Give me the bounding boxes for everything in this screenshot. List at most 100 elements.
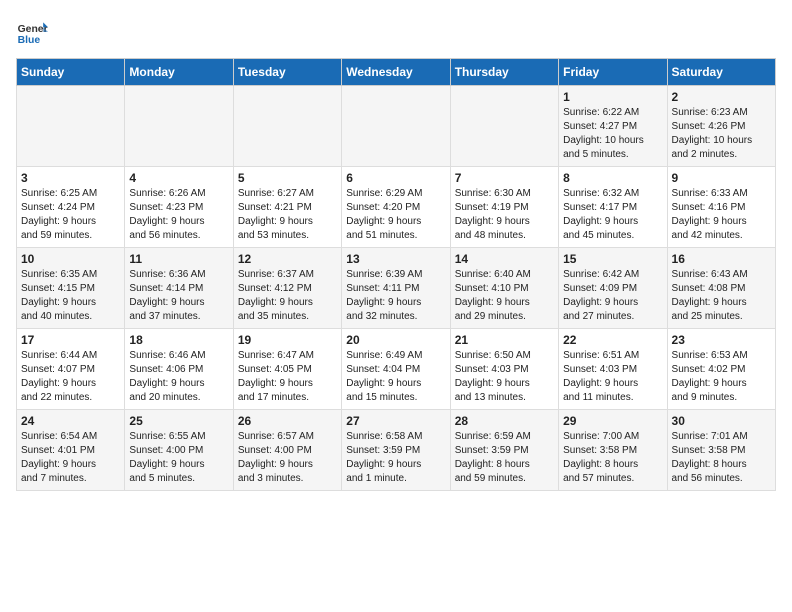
day-info: Sunrise: 6:54 AM Sunset: 4:01 PM Dayligh… xyxy=(21,430,120,486)
day-info: Sunrise: 6:29 AM Sunset: 4:20 PM Dayligh… xyxy=(346,187,445,243)
day-info: Sunrise: 6:30 AM Sunset: 4:19 PM Dayligh… xyxy=(455,187,554,243)
day-cell: 27Sunrise: 6:58 AM Sunset: 3:59 PM Dayli… xyxy=(342,410,450,491)
day-info: Sunrise: 6:59 AM Sunset: 3:59 PM Dayligh… xyxy=(455,430,554,486)
day-cell xyxy=(233,86,341,167)
day-cell: 12 Sunrise: 6:37 AM Sunset: 4:12 PM Dayli… xyxy=(233,248,341,329)
day-number: 17 xyxy=(21,333,120,347)
day-cell xyxy=(17,86,125,167)
day-number: 28 xyxy=(455,414,554,428)
day-info: Sunrise: 6:33 AM Sunset: 4:16 PM Dayligh… xyxy=(672,187,771,243)
day-number: 22 xyxy=(563,333,662,347)
day-info: Sunrise: 7:00 AM Sunset: 3:58 PM Dayligh… xyxy=(563,430,662,486)
day-cell: 7 Sunrise: 6:30 AM Sunset: 4:19 PM Daylig… xyxy=(450,167,558,248)
svg-text:Blue: Blue xyxy=(18,35,41,46)
day-cell: 29Sunrise: 7:00 AM Sunset: 3:58 PM Dayli… xyxy=(559,410,667,491)
day-cell: 28 Sunrise: 6:59 AM Sunset: 3:59 PM Dayli… xyxy=(450,410,558,491)
day-number: 20 xyxy=(346,333,445,347)
day-cell: 30 Sunrise: 7:01 AM Sunset: 3:58 PM Dayli… xyxy=(667,410,775,491)
day-cell: 9 Sunrise: 6:33 AM Sunset: 4:16 PM Daylig… xyxy=(667,167,775,248)
day-cell: 13 Sunrise: 6:39 AM Sunset: 4:11 PM Dayli… xyxy=(342,248,450,329)
week-row-3: 10Sunrise: 6:35 AM Sunset: 4:15 PM Dayli… xyxy=(17,248,776,329)
day-number: 21 xyxy=(455,333,554,347)
day-number: 18 xyxy=(129,333,228,347)
day-info: Sunrise: 7:01 AM Sunset: 3:58 PM Dayligh… xyxy=(672,430,771,486)
day-number: 7 xyxy=(455,171,554,185)
week-row-1: 1 Sunrise: 6:22 AM Sunset: 4:27 PM Daylig… xyxy=(17,86,776,167)
day-cell: 5 Sunrise: 6:27 AM Sunset: 4:21 PM Daylig… xyxy=(233,167,341,248)
day-info: Sunrise: 6:43 AM Sunset: 4:08 PM Dayligh… xyxy=(672,268,771,324)
day-number: 4 xyxy=(129,171,228,185)
day-info: Sunrise: 6:44 AM Sunset: 4:07 PM Dayligh… xyxy=(21,349,120,405)
day-number: 26 xyxy=(238,414,337,428)
day-number: 23 xyxy=(672,333,771,347)
day-number: 10 xyxy=(21,252,120,266)
col-header-thursday: Thursday xyxy=(450,59,558,86)
day-number: 11 xyxy=(129,252,228,266)
page-header: General Blue xyxy=(16,16,776,48)
day-info: Sunrise: 6:36 AM Sunset: 4:14 PM Dayligh… xyxy=(129,268,228,324)
day-info: Sunrise: 6:51 AM Sunset: 4:03 PM Dayligh… xyxy=(563,349,662,405)
col-header-friday: Friday xyxy=(559,59,667,86)
day-number: 13 xyxy=(346,252,445,266)
day-cell: 1 Sunrise: 6:22 AM Sunset: 4:27 PM Daylig… xyxy=(559,86,667,167)
day-number: 3 xyxy=(21,171,120,185)
day-cell: 25 Sunrise: 6:55 AM Sunset: 4:00 PM Dayli… xyxy=(125,410,233,491)
day-number: 30 xyxy=(672,414,771,428)
day-cell: 23 Sunrise: 6:53 AM Sunset: 4:02 PM Dayli… xyxy=(667,329,775,410)
day-info: Sunrise: 6:23 AM Sunset: 4:26 PM Dayligh… xyxy=(672,106,771,162)
day-number: 9 xyxy=(672,171,771,185)
day-info: Sunrise: 6:58 AM Sunset: 3:59 PM Dayligh… xyxy=(346,430,445,486)
day-cell: 14 Sunrise: 6:40 AM Sunset: 4:10 PM Dayli… xyxy=(450,248,558,329)
day-info: Sunrise: 6:22 AM Sunset: 4:27 PM Dayligh… xyxy=(563,106,662,162)
col-header-monday: Monday xyxy=(125,59,233,86)
day-cell: 18 Sunrise: 6:46 AM Sunset: 4:06 PM Dayli… xyxy=(125,329,233,410)
day-cell: 15 Sunrise: 6:42 AM Sunset: 4:09 PM Dayli… xyxy=(559,248,667,329)
col-header-saturday: Saturday xyxy=(667,59,775,86)
day-cell: 2Sunrise: 6:23 AM Sunset: 4:26 PM Daylig… xyxy=(667,86,775,167)
day-info: Sunrise: 6:40 AM Sunset: 4:10 PM Dayligh… xyxy=(455,268,554,324)
day-info: Sunrise: 6:50 AM Sunset: 4:03 PM Dayligh… xyxy=(455,349,554,405)
day-cell: 6 Sunrise: 6:29 AM Sunset: 4:20 PM Daylig… xyxy=(342,167,450,248)
day-number: 15 xyxy=(563,252,662,266)
day-number: 19 xyxy=(238,333,337,347)
day-cell: 20 Sunrise: 6:49 AM Sunset: 4:04 PM Dayli… xyxy=(342,329,450,410)
day-cell xyxy=(450,86,558,167)
day-number: 12 xyxy=(238,252,337,266)
day-info: Sunrise: 6:37 AM Sunset: 4:12 PM Dayligh… xyxy=(238,268,337,324)
day-number: 1 xyxy=(563,90,662,104)
day-info: Sunrise: 6:26 AM Sunset: 4:23 PM Dayligh… xyxy=(129,187,228,243)
day-number: 5 xyxy=(238,171,337,185)
day-cell: 26Sunrise: 6:57 AM Sunset: 4:00 PM Dayli… xyxy=(233,410,341,491)
day-info: Sunrise: 6:39 AM Sunset: 4:11 PM Dayligh… xyxy=(346,268,445,324)
week-row-5: 24Sunrise: 6:54 AM Sunset: 4:01 PM Dayli… xyxy=(17,410,776,491)
day-cell: 11 Sunrise: 6:36 AM Sunset: 4:14 PM Dayli… xyxy=(125,248,233,329)
day-number: 14 xyxy=(455,252,554,266)
day-cell: 3 Sunrise: 6:25 AM Sunset: 4:24 PM Daylig… xyxy=(17,167,125,248)
day-cell: 17 Sunrise: 6:44 AM Sunset: 4:07 PM Dayli… xyxy=(17,329,125,410)
day-cell: 24Sunrise: 6:54 AM Sunset: 4:01 PM Dayli… xyxy=(17,410,125,491)
day-cell: 4 Sunrise: 6:26 AM Sunset: 4:23 PM Daylig… xyxy=(125,167,233,248)
col-header-sunday: Sunday xyxy=(17,59,125,86)
day-info: Sunrise: 6:27 AM Sunset: 4:21 PM Dayligh… xyxy=(238,187,337,243)
day-info: Sunrise: 6:53 AM Sunset: 4:02 PM Dayligh… xyxy=(672,349,771,405)
day-number: 8 xyxy=(563,171,662,185)
day-info: Sunrise: 6:49 AM Sunset: 4:04 PM Dayligh… xyxy=(346,349,445,405)
day-cell: 10Sunrise: 6:35 AM Sunset: 4:15 PM Dayli… xyxy=(17,248,125,329)
col-header-tuesday: Tuesday xyxy=(233,59,341,86)
calendar-table: SundayMondayTuesdayWednesdayThursdayFrid… xyxy=(16,58,776,491)
week-row-4: 17 Sunrise: 6:44 AM Sunset: 4:07 PM Dayli… xyxy=(17,329,776,410)
day-info: Sunrise: 6:32 AM Sunset: 4:17 PM Dayligh… xyxy=(563,187,662,243)
logo-icon: General Blue xyxy=(16,16,48,48)
day-info: Sunrise: 6:46 AM Sunset: 4:06 PM Dayligh… xyxy=(129,349,228,405)
week-row-2: 3 Sunrise: 6:25 AM Sunset: 4:24 PM Daylig… xyxy=(17,167,776,248)
logo: General Blue xyxy=(16,16,48,48)
col-header-wednesday: Wednesday xyxy=(342,59,450,86)
day-info: Sunrise: 6:55 AM Sunset: 4:00 PM Dayligh… xyxy=(129,430,228,486)
header-row: SundayMondayTuesdayWednesdayThursdayFrid… xyxy=(17,59,776,86)
day-info: Sunrise: 6:42 AM Sunset: 4:09 PM Dayligh… xyxy=(563,268,662,324)
day-info: Sunrise: 6:47 AM Sunset: 4:05 PM Dayligh… xyxy=(238,349,337,405)
day-cell: 22 Sunrise: 6:51 AM Sunset: 4:03 PM Dayli… xyxy=(559,329,667,410)
day-number: 25 xyxy=(129,414,228,428)
day-info: Sunrise: 6:25 AM Sunset: 4:24 PM Dayligh… xyxy=(21,187,120,243)
day-number: 6 xyxy=(346,171,445,185)
